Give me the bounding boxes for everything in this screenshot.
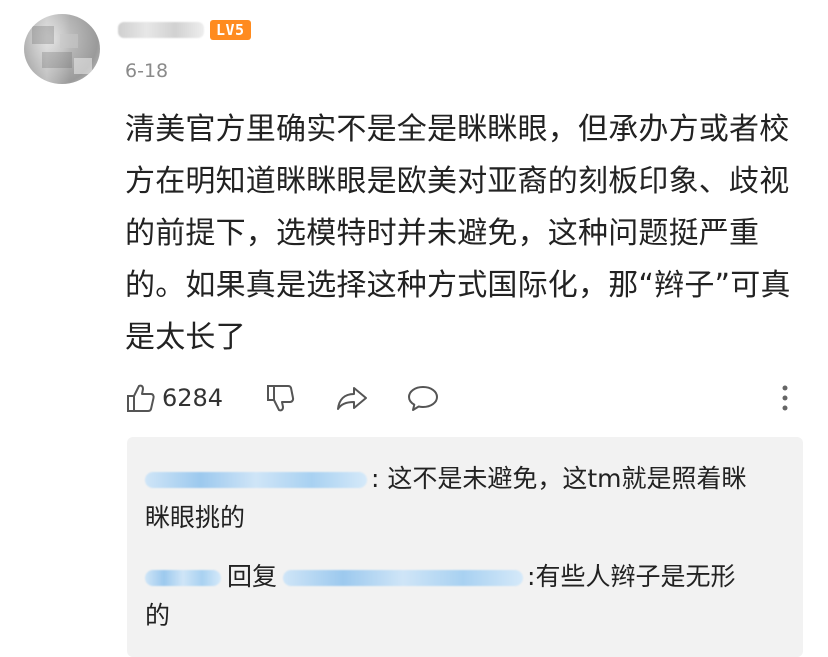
avatar-blur-block	[74, 58, 92, 74]
speech-bubble-icon	[408, 386, 438, 411]
reply-to-user-blurred[interactable]	[283, 570, 524, 586]
avatar-blur-block	[42, 52, 72, 68]
reply-item[interactable]: : 这不是未避免，这tm就是照着眯 眯眼挑的	[145, 459, 787, 537]
reply-item[interactable]: 回复:有些人辫子是无形 的	[145, 557, 787, 635]
share-arrow-icon	[337, 387, 367, 410]
dislike-button[interactable]	[264, 378, 296, 418]
reply-button[interactable]	[406, 378, 440, 418]
comment-text: 清美官方里确实不是全是眯眯眼，但承办方或者校 方在明知道眯眯眼是欧美对亚裔的刻板…	[125, 112, 791, 355]
share-button[interactable]	[335, 378, 369, 418]
reply-author-blurred[interactable]	[145, 472, 367, 488]
comment-date: 6-18	[125, 60, 169, 82]
replies-panel[interactable]: : 这不是未避免，这tm就是照着眯 眯眼挑的 回复:有些人辫子是无形 的	[127, 437, 803, 657]
avatar-blur-block	[32, 26, 54, 44]
level-badge: LV5	[210, 20, 251, 40]
thumbs-up-icon	[127, 384, 155, 412]
vertical-dots-icon	[782, 385, 788, 411]
thumbs-down-icon	[267, 385, 295, 412]
comment-action-bar: 6284	[124, 378, 814, 418]
reply-author-blurred[interactable]	[145, 570, 221, 586]
avatar-blur-block	[60, 34, 78, 48]
reply-word: 回复	[227, 562, 278, 591]
like-button[interactable]: 6284	[124, 378, 223, 418]
user-avatar[interactable]	[24, 14, 100, 84]
like-count: 6284	[162, 384, 224, 412]
more-options-button[interactable]	[780, 378, 790, 418]
username-blurred[interactable]	[118, 22, 204, 38]
